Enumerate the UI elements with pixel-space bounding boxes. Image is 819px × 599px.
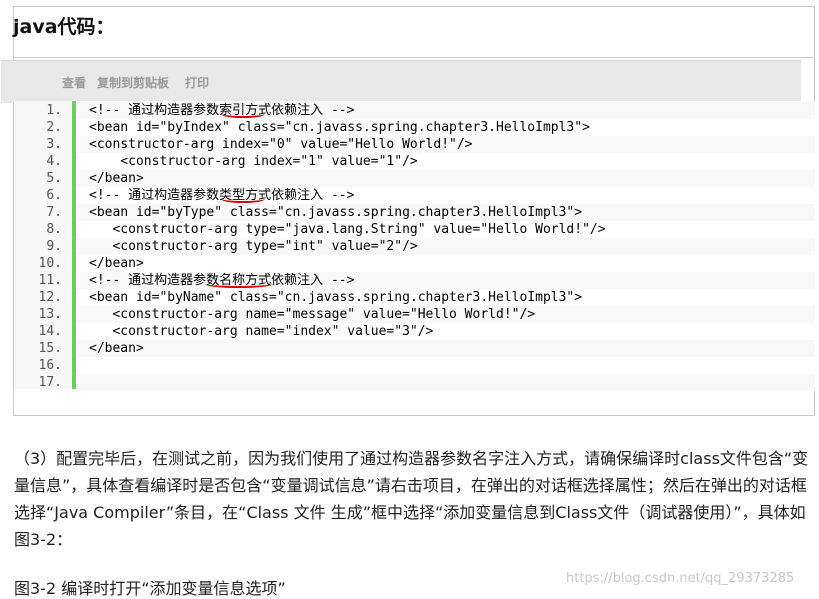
line-number: 12. xyxy=(38,290,62,305)
line-number: 16. xyxy=(38,358,62,373)
line-number: 17. xyxy=(38,375,62,390)
code-text: <bean id="byIndex" class="cn.javass.spri… xyxy=(89,120,590,135)
code-text: </bean> xyxy=(89,341,144,356)
code-line xyxy=(76,255,815,272)
code-line xyxy=(76,170,815,187)
code-toolbar: 查看 复制到剪贴板 打印 xyxy=(1,60,801,103)
code-text: <constructor-arg name="index" value="3"/… xyxy=(89,324,434,339)
watermark: https://blog.csdn.net/qq_29373285 xyxy=(566,571,795,586)
line-number: 11. xyxy=(38,273,62,288)
annotation-underline-name xyxy=(205,280,273,288)
code-text: <bean id="byType" class="cn.javass.sprin… xyxy=(89,205,583,220)
code-text: <constructor-arg name="message" value="H… xyxy=(89,307,536,322)
line-number: 1. xyxy=(46,103,62,118)
code-text: <constructor-arg type="java.lang.String"… xyxy=(89,222,606,237)
code-text: </bean> xyxy=(89,256,144,271)
annotation-underline-index xyxy=(221,110,265,118)
line-number: 9. xyxy=(46,239,62,254)
code-text: <constructor-arg index="0" value="Hello … xyxy=(89,137,473,152)
line-number: 3. xyxy=(46,137,62,152)
print-button[interactable]: 打印 xyxy=(185,74,209,91)
line-number: 15. xyxy=(38,341,62,356)
code-text: </bean> xyxy=(89,171,144,186)
annotation-underline-type xyxy=(221,195,265,203)
view-button[interactable]: 查看 xyxy=(62,74,86,91)
line-number: 8. xyxy=(46,222,62,237)
code-line xyxy=(76,374,815,391)
line-number: 4. xyxy=(46,154,62,169)
article: java代码： 查看 复制到剪贴板 打印 1. <!-- 通过构造器参数索引方式依… xyxy=(0,0,819,598)
copy-to-clipboard-button[interactable]: 复制到剪贴板 xyxy=(97,74,169,91)
code-block-title: java代码： xyxy=(13,16,115,38)
line-number: 6. xyxy=(46,188,62,203)
figure-caption: 图3-2 编译时打开“添加变量信息选项” xyxy=(14,579,286,598)
code-line xyxy=(76,340,815,357)
code-text: <bean id="byName" class="cn.javass.sprin… xyxy=(89,290,583,305)
title-divider xyxy=(14,57,814,58)
body-paragraph: （3）配置完毕后，在测试之前，因为我们使用了通过构造器参数名字注入方式，请确保编… xyxy=(14,449,809,549)
line-number: 14. xyxy=(38,324,62,339)
line-number: 13. xyxy=(38,307,62,322)
line-number: 5. xyxy=(46,171,62,186)
code-line xyxy=(76,357,815,374)
line-number: 7. xyxy=(46,205,62,220)
code-text: <constructor-arg type="int" value="2"/> xyxy=(89,239,418,254)
line-number: 2. xyxy=(46,120,62,135)
line-number: 10. xyxy=(38,256,62,271)
code-text: <constructor-arg index="1" value="1"/> xyxy=(89,154,418,169)
